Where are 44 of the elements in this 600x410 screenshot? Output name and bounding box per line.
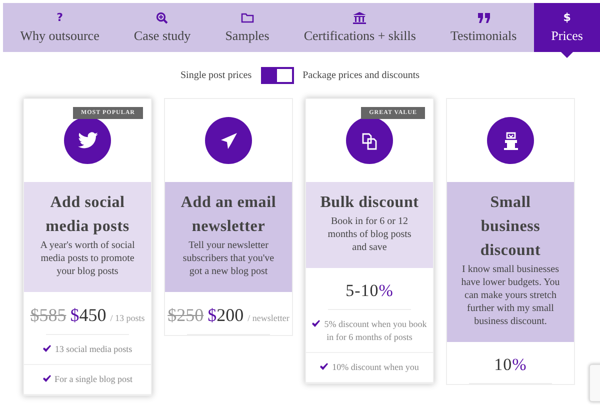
bird-icon <box>78 132 98 149</box>
discount-amount: 5-10% <box>346 281 394 300</box>
nav-tab[interactable]: Samples <box>208 3 287 52</box>
old-price: $585 <box>30 305 66 325</box>
new-price: $200 <box>208 308 244 325</box>
card-description: Tell your newsletter subscribers that you've got a new blog post <box>182 239 276 278</box>
card-title: Bulk discount <box>319 193 420 213</box>
nav-tab[interactable]: Case study <box>116 3 208 52</box>
paper-plane-icon <box>220 132 238 150</box>
check-icon <box>320 363 328 370</box>
discount-amount: 10% <box>494 355 527 374</box>
price-unit: / newsletter <box>248 313 290 323</box>
nav-tab[interactable]: Certifications + skills <box>286 3 434 52</box>
quote-icon <box>478 12 490 22</box>
icon-glyph: $ <box>563 12 571 24</box>
feature-text: 5% discount when you book in for 6 months of posts <box>324 319 427 342</box>
nav-tab[interactable]: Testimonials <box>433 3 534 52</box>
feature-text: 13 social media posts <box>54 344 132 354</box>
feature-text: For a single blog post <box>54 374 132 384</box>
card-title: Add social media posts <box>44 193 130 237</box>
toggle-switch[interactable] <box>260 66 294 84</box>
shop-icon <box>502 132 518 150</box>
old-price: $250 <box>168 305 204 325</box>
toggle-label: Package prices and discounts <box>302 70 420 80</box>
copy-icon <box>360 132 378 150</box>
card-title: Add an email newsletter <box>180 193 278 237</box>
price-unit: / 13 posts <box>110 313 145 323</box>
check-icon <box>42 345 51 352</box>
folder-icon <box>240 12 254 23</box>
bank-icon <box>353 12 366 24</box>
card-description: I know small businesses have lower budgets. You can make yours stretch further with my small business discount. <box>460 263 561 328</box>
new-price: $450 <box>70 308 106 325</box>
icon-glyph: ? <box>56 12 64 24</box>
nav-tab[interactable]: ? Why outsource <box>3 3 117 52</box>
check-icon <box>42 375 50 382</box>
feature-text: 10% discount when you <box>332 362 419 372</box>
nav-tab[interactable]: $ Prices <box>534 3 600 52</box>
card-description: A year's worth of social media posts to promote your blog posts <box>39 239 136 278</box>
pointer-arrow <box>561 52 574 58</box>
zoom-icon <box>156 12 168 24</box>
card-title: Small business discount <box>479 193 542 261</box>
toggle-label: Single post prices <box>180 70 252 80</box>
check-icon <box>312 320 320 327</box>
card-description: Book in for 6 or 12 months of blog posts and save <box>326 215 412 254</box>
